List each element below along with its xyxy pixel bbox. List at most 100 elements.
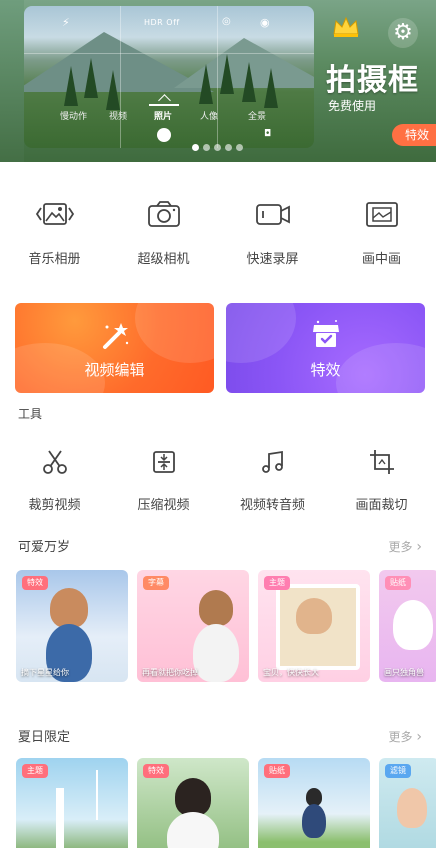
template-caption: 画只独角兽 [384,668,424,677]
template-image [175,778,211,816]
camera-grid-line [24,53,314,54]
tree-decoration [242,62,256,102]
gear-icon[interactable]: ⚙ [388,18,418,48]
summer-section-title: 夏日限定 [18,730,71,745]
template-image [56,788,64,848]
template-tag: 特效 [22,576,48,590]
banner-camera-preview: ⚡ HDR Off ◎ ◉ 慢动作 视频 照片 人像 全景 ◘ [24,6,314,148]
banner-pager [192,144,243,151]
template-image [296,598,332,634]
template-image [50,588,88,628]
camera-mode-video: 视频 [109,112,128,122]
scissors-icon [42,450,67,474]
template-caption: 再看就把你吃掉 [142,668,198,677]
picture-in-picture-icon [365,202,398,227]
template-image [199,590,233,626]
effects-label: 特效 [310,361,341,379]
quick-action-label: 音乐相册 [28,252,81,267]
promo-title: 拍摄框 [326,63,419,98]
quick-action-screen-record[interactable]: 快速录屏 [218,198,327,267]
template-card[interactable]: 主题 宝贝，快快长大 [258,570,370,682]
summer-more-link[interactable]: 更多 › [389,728,422,745]
template-image [167,812,219,848]
banner-background [0,0,24,162]
camera-icon [147,201,180,227]
promo-badge[interactable]: 特效 [392,124,436,146]
pager-dot [214,144,221,151]
template-image [96,770,98,820]
tree-decoration [264,68,278,108]
photo-album-icon [35,203,74,225]
quick-action-label: 快速录屏 [246,252,299,267]
mode-underline [149,104,179,106]
template-tag: 特效 [143,764,169,778]
template-tag: 字幕 [143,576,169,590]
screen-record-icon [255,204,290,225]
pager-dot [225,144,232,151]
tools-row: 裁剪视频 压缩视频 视频转音频 画面裁切 [0,448,436,513]
template-card[interactable]: 主题 [16,758,128,848]
template-image [302,804,326,838]
camera-mode-portrait: 人像 [200,112,219,122]
summer-template-strip: 主题 特效 贴纸 滤镜 [16,758,436,848]
template-card[interactable]: 贴纸 [258,758,370,848]
cute-section-title: 可爱万岁 [18,540,71,555]
template-card[interactable]: 特效 [137,758,249,848]
video-edit-label: 视频编辑 [84,361,145,379]
camera-mode-pano: 全景 [248,112,267,122]
template-card[interactable]: 贴纸 画只独角兽 [379,570,436,682]
chevron-right-icon: › [416,539,422,555]
magic-wand-icon [102,323,128,349]
feature-cards: 视频编辑 特效 [15,303,425,393]
pager-dot [203,144,210,151]
store-icon [312,320,339,347]
tool-label: 裁剪视频 [28,498,81,513]
cute-more-link[interactable]: 更多 › [389,538,422,555]
camera-switch-icon: ◘ [264,129,272,139]
template-caption: 摘下星星给你 [21,668,69,677]
chevron-right-icon: › [416,729,422,745]
tool-crop-frame[interactable]: 画面裁切 [327,448,436,513]
template-caption: 宝贝，快快长大 [263,668,319,677]
tool-compress-video[interactable]: 压缩视频 [109,448,218,513]
tree-decoration [220,54,234,94]
template-card[interactable]: 字幕 再看就把你吃掉 [137,570,249,682]
tree-decoration [64,66,78,106]
quick-action-super-camera[interactable]: 超级相机 [109,198,218,267]
tool-label: 视频转音频 [239,498,305,513]
promo-subtitle: 免费使用 [328,99,377,113]
template-tag: 贴纸 [264,764,290,778]
cute-template-strip: 特效 摘下星星给你 字幕 再看就把你吃掉 主题 宝贝，快快长大 贴纸 画只独角兽 [16,570,436,682]
tool-trim-video[interactable]: 裁剪视频 [0,448,109,513]
quick-action-music-album[interactable]: 音乐相册 [0,198,109,267]
top-banner[interactable]: ⚡ HDR Off ◎ ◉ 慢动作 视频 照片 人像 全景 ◘ ⚙ 拍摄框 免费… [0,0,436,162]
quick-actions: 音乐相册 超级相机 快速录屏 画中画 [0,198,436,267]
tool-video-to-audio[interactable]: 视频转音频 [218,448,327,513]
template-image [397,788,427,828]
card-decoration [226,303,296,363]
template-card[interactable]: 特效 摘下星星给你 [16,570,128,682]
tool-label: 压缩视频 [137,498,190,513]
quick-action-label: 画中画 [361,252,401,267]
card-decoration [135,303,214,363]
crop-icon [369,450,394,474]
template-card[interactable]: 滤镜 [379,758,436,848]
pager-dot-active [192,144,199,151]
more-label: 更多 [388,730,413,744]
tree-decoration [106,70,120,110]
camera-mode-bar: 慢动作 视频 照片 人像 全景 [24,109,314,125]
more-label: 更多 [388,540,413,554]
template-tag: 贴纸 [385,576,411,590]
music-note-icon [261,450,283,473]
template-image [193,624,239,682]
tools-section-title: 工具 [18,407,43,421]
main-content: 音乐相册 超级相机 快速录屏 画中画 视频编辑 特效 工具 裁剪视频 压缩视频 … [0,162,436,848]
quick-action-label: 超级相机 [137,252,190,267]
video-edit-card[interactable]: 视频编辑 [15,303,214,393]
camera-top-bar: ⚡ HDR Off ◎ ◉ [24,16,314,32]
camera-mode-photo: 照片 [154,112,173,122]
tree-decoration [199,64,213,104]
compress-icon [152,451,175,473]
quick-action-pip[interactable]: 画中画 [327,198,436,267]
effects-card[interactable]: 特效 [226,303,425,393]
